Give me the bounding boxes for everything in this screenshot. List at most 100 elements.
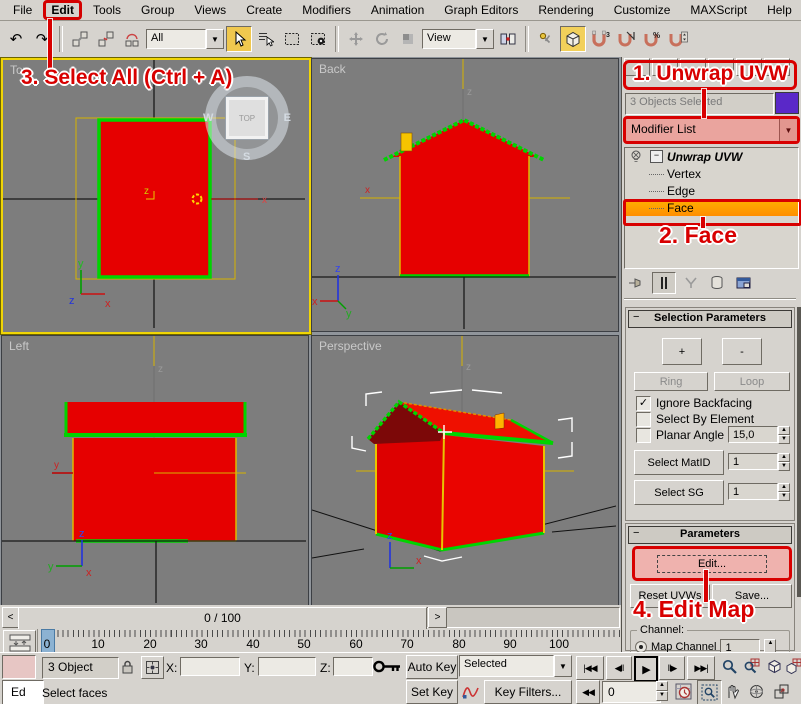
remove-modifier-button[interactable] — [706, 273, 728, 293]
zoom-extents-all-button[interactable] — [782, 655, 801, 678]
spin-up-icon[interactable]: ▲ — [778, 426, 790, 435]
select-object-button[interactable] — [226, 26, 252, 52]
zoom-button[interactable] — [718, 655, 741, 678]
set-key-button[interactable]: Set Key — [406, 680, 458, 704]
rectangular-selection-region-button[interactable] — [280, 27, 304, 51]
go-to-end-button[interactable]: ▶▶| — [687, 656, 715, 680]
shrink-selection-button[interactable]: - — [722, 338, 762, 365]
ignore-backfacing-checkbox[interactable]: ✓ — [636, 396, 651, 411]
rollout-collapse-icon[interactable]: − — [633, 527, 639, 539]
menu-item-edit[interactable]: Edit — [43, 0, 82, 20]
stack-row-edge[interactable]: Edge — [625, 182, 798, 199]
sg-value[interactable]: 1 — [728, 483, 778, 500]
selection-lock-button[interactable] — [117, 656, 138, 677]
viewcube-west-label[interactable]: W — [203, 112, 213, 124]
menu-item-create[interactable]: Create — [237, 2, 291, 18]
spin-up-icon[interactable]: ▲ — [778, 483, 790, 492]
select-by-name-button[interactable] — [254, 27, 278, 51]
angle-snap-button[interactable] — [614, 27, 638, 51]
select-and-rotate-button[interactable] — [370, 27, 394, 51]
region-zoom-button[interactable] — [697, 680, 722, 704]
undo-button[interactable]: ↶ — [4, 27, 28, 51]
object-color-swatch[interactable] — [775, 92, 799, 114]
menu-item-customize[interactable]: Customize — [605, 2, 680, 18]
dropdown-arrow-icon[interactable]: ▼ — [476, 29, 494, 49]
pin-stack-button[interactable] — [626, 273, 648, 293]
menu-item-help[interactable]: Help — [758, 2, 801, 18]
grow-selection-button[interactable]: + — [662, 338, 702, 365]
viewport-back[interactable]: Back z x z x y — [311, 58, 619, 332]
time-slider-prev-button[interactable]: < — [2, 607, 19, 628]
spin-up-icon[interactable]: ▲ — [778, 453, 790, 462]
bind-to-space-warp-button[interactable] — [120, 27, 144, 51]
show-end-result-button[interactable] — [652, 272, 676, 294]
go-to-start-button[interactable]: |◀◀ — [576, 656, 604, 680]
menu-item-animation[interactable]: Animation — [362, 2, 433, 18]
zoom-all-button[interactable] — [740, 655, 763, 678]
menu-item-graph-editors[interactable]: Graph Editors — [435, 2, 527, 18]
absolute-offset-toggle-button[interactable] — [141, 656, 164, 679]
spinner-snap-button[interactable] — [666, 27, 690, 51]
stack-row-vertex[interactable]: Vertex — [625, 165, 798, 182]
select-and-move-button[interactable] — [344, 27, 368, 51]
current-frame-field[interactable]: 0 — [602, 681, 661, 703]
time-slider-handle[interactable]: 0 / 100 — [18, 607, 427, 631]
pan-button[interactable] — [721, 680, 744, 703]
menu-item-views[interactable]: Views — [185, 2, 235, 18]
viewport-top[interactable]: Top z x y x z TOP — [1, 58, 311, 334]
menu-item-tools[interactable]: Tools — [84, 2, 130, 18]
object-name-field[interactable]: 3 Objects Selected — [625, 93, 774, 115]
key-mode-dropdown[interactable]: Selected ▼ — [459, 655, 572, 677]
new-key-filter-button[interactable] — [459, 680, 482, 703]
mirror-button[interactable] — [496, 27, 520, 51]
window-crossing-toggle-button[interactable] — [306, 27, 330, 51]
viewport-perspective[interactable]: Perspective z y x — [311, 335, 619, 606]
stack-row-modifier[interactable]: − Unwrap UVW — [625, 148, 798, 165]
dropdown-arrow-icon[interactable]: ▼ — [206, 29, 224, 49]
reference-coordinate-dropdown[interactable]: View ▼ — [422, 29, 494, 49]
snaps-cube-button[interactable] — [560, 26, 586, 52]
z-field[interactable] — [333, 657, 373, 676]
matid-value[interactable]: 1 — [728, 453, 778, 470]
loop-button[interactable]: Loop — [714, 372, 790, 391]
play-button[interactable]: ▶ — [634, 656, 658, 682]
viewcube-south-label[interactable]: S — [243, 151, 250, 163]
viewcube-east-label[interactable]: E — [284, 112, 291, 124]
spin-down-icon[interactable]: ▼ — [778, 462, 790, 471]
viewport-left[interactable]: Left z y z y — [1, 335, 309, 606]
key-step-toggle-button[interactable]: ◀◀ — [576, 680, 600, 704]
viewport-perspective-label[interactable]: Perspective — [319, 339, 382, 353]
select-and-manipulate-button[interactable] — [534, 27, 558, 51]
panel-scrollbar[interactable] — [797, 307, 801, 597]
ring-button[interactable]: Ring — [634, 372, 708, 391]
configure-modifier-sets-button[interactable] — [732, 273, 754, 293]
select-and-scale-button[interactable] — [396, 27, 420, 51]
spin-down-icon[interactable]: ▼ — [656, 691, 668, 701]
menu-item-modifiers[interactable]: Modifiers — [293, 2, 360, 18]
spin-up-icon[interactable]: ▲ — [656, 681, 668, 691]
percent-snap-button[interactable]: % — [640, 27, 664, 51]
select-and-link-button[interactable] — [68, 27, 92, 51]
maximize-viewport-toggle-button[interactable] — [770, 680, 793, 703]
arc-rotate-button[interactable] — [745, 680, 768, 703]
x-field[interactable] — [180, 657, 240, 676]
key-filters-button[interactable]: Key Filters... — [484, 680, 572, 704]
next-frame-button[interactable]: ‖▶ — [659, 656, 685, 680]
rollout-collapse-icon[interactable]: − — [633, 311, 639, 323]
select-by-element-checkbox[interactable] — [636, 412, 651, 427]
menu-item-group[interactable]: Group — [132, 2, 183, 18]
y-field[interactable] — [258, 657, 316, 676]
collapse-box-icon[interactable]: − — [650, 150, 663, 163]
snaps-toggle-3d-button[interactable]: 3 — [588, 27, 612, 51]
menu-item-file[interactable]: File — [4, 2, 41, 18]
select-sg-button[interactable]: Select SG — [634, 480, 724, 505]
viewport-left-label[interactable]: Left — [9, 339, 29, 353]
time-configuration-button[interactable] — [672, 680, 695, 703]
menu-item-rendering[interactable]: Rendering — [529, 2, 602, 18]
previous-frame-button[interactable]: ◀‖ — [606, 656, 632, 680]
dropdown-arrow-icon[interactable]: ▼ — [554, 655, 572, 677]
selection-parameters-header[interactable]: − Selection Parameters — [628, 310, 792, 328]
spin-down-icon[interactable]: ▼ — [778, 435, 790, 444]
select-matid-button[interactable]: Select MatID — [634, 450, 724, 475]
make-unique-button[interactable] — [680, 273, 702, 293]
